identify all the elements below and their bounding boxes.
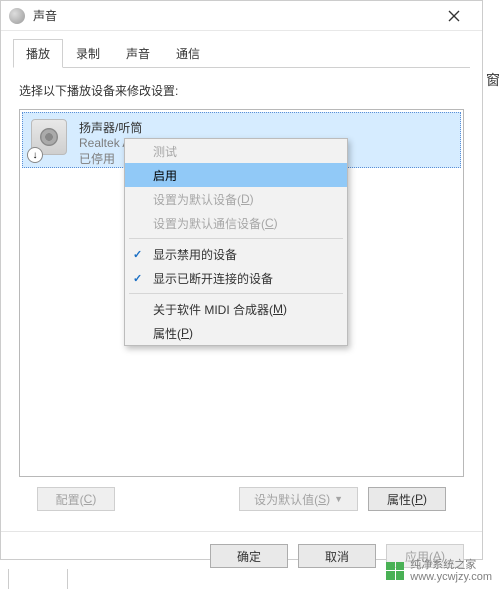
menu-item-properties[interactable]: 属性(P) [125,321,347,345]
menu-item-test[interactable]: 测试 [125,139,347,163]
button-label-end: ) [92,492,96,506]
tab-sounds[interactable]: 声音 [113,39,163,68]
tab-communications[interactable]: 通信 [163,39,213,68]
button-label: 属性( [387,491,415,508]
set-default-button[interactable]: 设为默认值(S) ▼ [239,487,358,511]
button-label-end: ) [423,492,427,506]
menu-item-midi[interactable]: 关于软件 MIDI 合成器(M) [125,297,347,321]
button-label: 配置( [56,491,84,508]
background-fragment [8,569,68,589]
context-menu: 测试 启用 设置为默认设备(D) 设置为默认通信设备(C) 显示禁用的设备 显示… [124,138,348,346]
menu-item-set-default-comm[interactable]: 设置为默认通信设备(C) [125,211,347,235]
window-title: 声音 [33,7,434,24]
background-text-fragment: 窗 [486,70,500,90]
menu-item-show-disconnected[interactable]: 显示已断开连接的设备 [125,266,347,290]
device-name: 扬声器/听筒 [79,119,153,136]
menu-item-accel: D [241,192,250,206]
button-accel: S [318,492,326,506]
titlebar: 声音 [1,1,482,31]
disabled-badge-icon [27,147,43,163]
menu-item-accel: P [181,326,189,340]
button-label-end: ) [441,549,445,563]
menu-item-enable[interactable]: 启用 [125,163,347,187]
button-label: 设为默认值( [254,491,318,508]
close-icon [448,10,460,22]
tab-playback[interactable]: 播放 [13,39,63,68]
menu-item-label: 关于软件 MIDI 合成器( [153,301,273,318]
device-list[interactable]: 扬声器/听筒 Realtek Audio 已停用 测试 启用 设置为默认设备(D… [19,109,464,477]
menu-item-label: 设置为默认设备( [153,191,241,208]
menu-separator [129,238,343,239]
instruction-text: 选择以下播放设备来修改设置: [19,82,464,99]
close-button[interactable] [434,1,474,31]
chevron-down-icon: ▼ [334,494,343,504]
button-accel: P [415,492,423,506]
menu-item-label: 属性( [153,325,181,342]
ok-button[interactable]: 确定 [210,544,288,568]
sound-dialog: 声音 播放 录制 声音 通信 选择以下播放设备来修改设置: 扬声器/听筒 Re [0,0,483,560]
dialog-buttons-row: 确定 取消 应用(A) [1,531,482,580]
button-accel: A [433,549,441,563]
menu-item-label: 设置为默认通信设备( [153,215,265,232]
playback-panel: 选择以下播放设备来修改设置: 扬声器/听筒 Realtek Audio 已停用 … [1,68,482,525]
menu-item-label-end: ) [274,216,278,230]
tab-recording[interactable]: 录制 [63,39,113,68]
menu-item-label-end: ) [250,192,254,206]
button-accel: C [84,492,93,506]
menu-item-label-end: ) [283,302,287,316]
button-label: 应用( [405,548,433,565]
menu-item-set-default[interactable]: 设置为默认设备(D) [125,187,347,211]
menu-item-show-disabled[interactable]: 显示禁用的设备 [125,242,347,266]
apply-button[interactable]: 应用(A) [386,544,464,568]
properties-button[interactable]: 属性(P) [368,487,446,511]
menu-separator [129,293,343,294]
configure-button[interactable]: 配置(C) [37,487,115,511]
tabstrip: 播放 录制 声音 通信 [1,31,482,67]
device-icon [31,119,71,159]
button-label-end: ) [326,492,330,506]
app-icon [9,8,25,24]
menu-item-accel: C [265,216,274,230]
device-buttons-row: 配置(C) 设为默认值(S) ▼ 属性(P) [19,477,464,515]
cancel-button[interactable]: 取消 [298,544,376,568]
menu-item-label-end: ) [189,326,193,340]
menu-item-accel: M [273,302,283,316]
